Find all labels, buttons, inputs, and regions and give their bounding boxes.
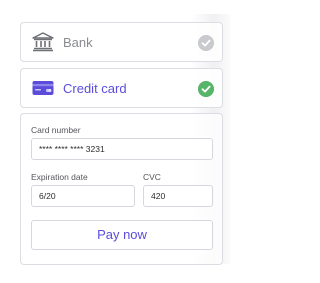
- check-icon: [198, 81, 214, 97]
- card-number-input[interactable]: **** **** **** 3231: [31, 138, 213, 160]
- payment-option-label: Bank: [63, 35, 93, 50]
- payment-option-bank[interactable]: Bank: [20, 22, 223, 62]
- expiration-date-label: Expiration date: [31, 172, 88, 182]
- expiration-date-input[interactable]: 6/20: [31, 185, 135, 207]
- card-details-form: Card number **** **** **** 3231 Expirati…: [20, 113, 223, 265]
- payment-option-credit-card[interactable]: Credit card: [20, 68, 223, 108]
- bank-icon: [32, 32, 54, 52]
- payment-widget: Bank Credit card Card number **** **** *…: [0, 0, 243, 283]
- check-icon: [198, 35, 214, 51]
- payment-option-label: Credit card: [63, 81, 127, 96]
- cvc-label: CVC: [143, 172, 161, 182]
- cvc-input[interactable]: 420: [143, 185, 213, 207]
- pay-now-button[interactable]: Pay now: [31, 220, 213, 250]
- card-number-label: Card number: [31, 125, 81, 135]
- credit-card-icon: [32, 81, 54, 95]
